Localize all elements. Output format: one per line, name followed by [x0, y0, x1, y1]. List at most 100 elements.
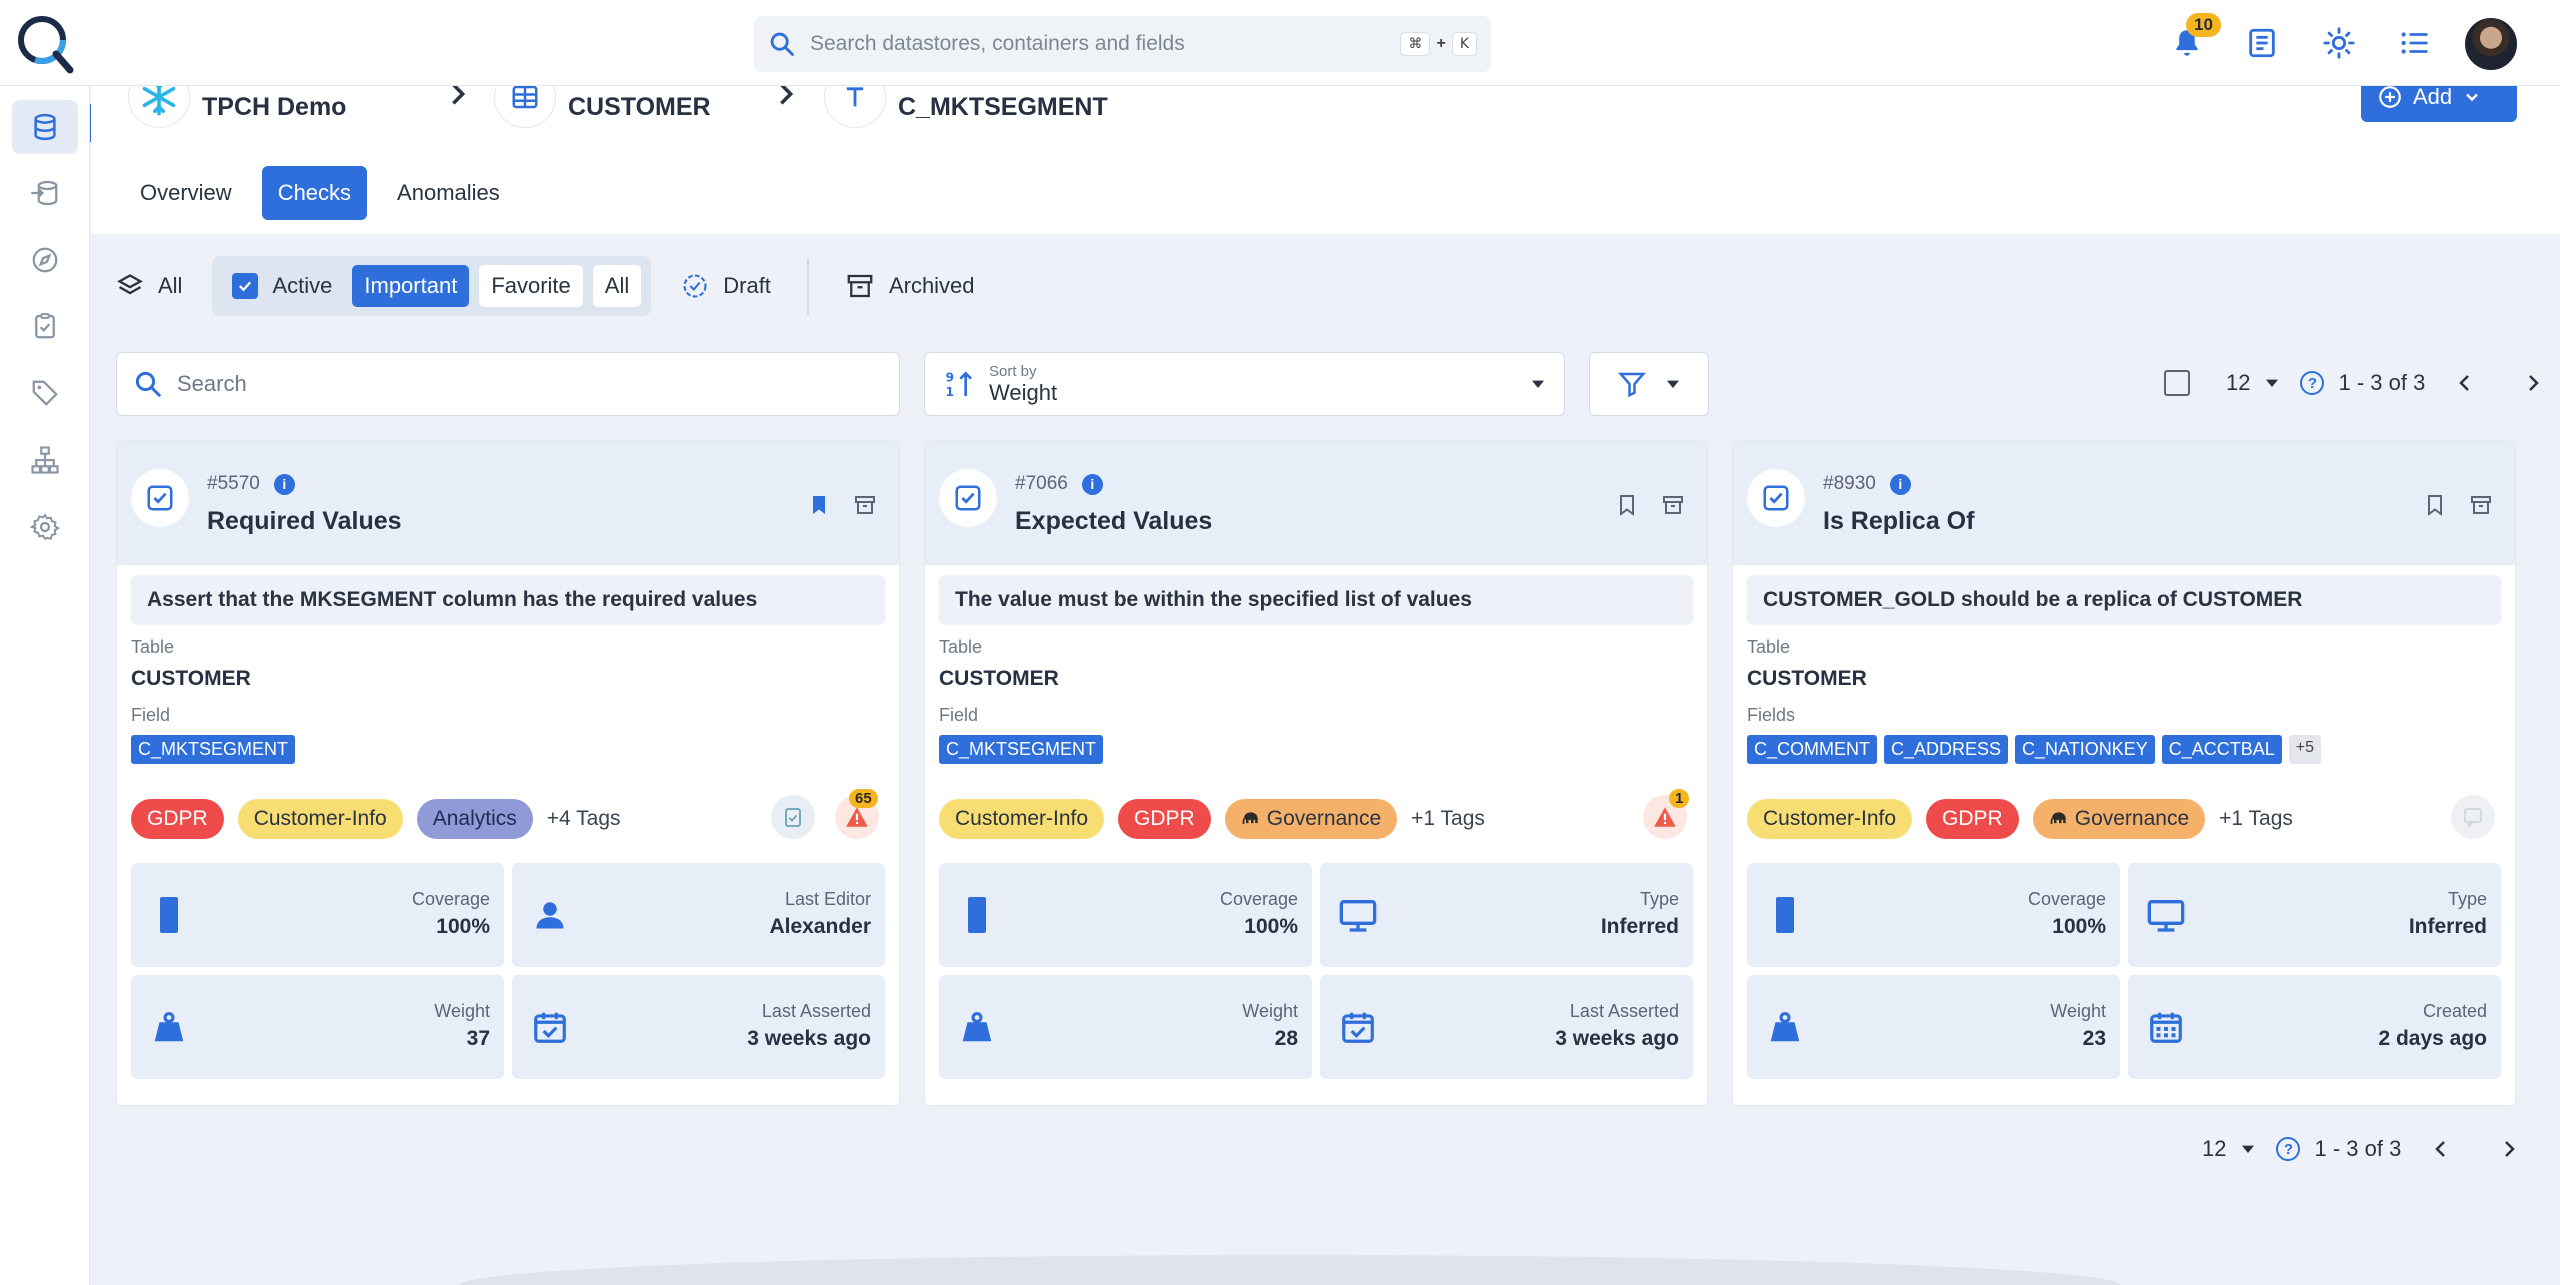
- sidebar-item-explore[interactable]: [12, 233, 78, 287]
- comment-icon[interactable]: [2451, 795, 2495, 839]
- archive-icon[interactable]: [1661, 493, 1685, 517]
- check-card-header: #7066 i Expected Values: [925, 441, 1707, 565]
- chevron-right-icon[interactable]: [2497, 1137, 2521, 1161]
- stat-created: Created 2 days ago: [2128, 975, 2501, 1079]
- check-card[interactable]: #7066 i Expected Values The value must be…: [924, 440, 1708, 1106]
- stat-weight: Weight 23: [1747, 975, 2120, 1079]
- chevron-down-icon: [2466, 93, 2479, 102]
- filter-archived[interactable]: Archived: [845, 271, 975, 301]
- bookmark-icon[interactable]: [1615, 493, 1639, 517]
- filter-all-label: All: [158, 273, 183, 298]
- filter-active-label: Active: [272, 273, 333, 298]
- search-shortcut: ⌘ + K: [1400, 32, 1477, 56]
- more-tags[interactable]: +1 Tags: [2219, 807, 2293, 831]
- caret-down-icon[interactable]: [2264, 375, 2280, 391]
- sort-numeric-icon: 91: [946, 370, 972, 399]
- field-tag[interactable]: C_MKTSEGMENT: [939, 735, 1104, 764]
- archive-icon[interactable]: [853, 493, 877, 517]
- check-id: #8930: [1823, 473, 1876, 494]
- check-card[interactable]: #8930 i Is Replica Of CUSTOMER_GOLD shoul…: [1732, 440, 2516, 1106]
- stat-type: Type Inferred: [1320, 863, 1693, 967]
- stat-last-editor: Last Editor Alexander: [512, 863, 885, 967]
- tag-gdpr[interactable]: GDPR: [131, 799, 224, 839]
- tab-overview[interactable]: Overview: [124, 166, 248, 220]
- anomaly-count-badge: 1: [1669, 789, 1690, 808]
- sidebar-item-tags[interactable]: [12, 366, 78, 420]
- check-id: #5570: [207, 473, 260, 494]
- filter-active[interactable]: Active: [222, 273, 342, 299]
- top-bar: Search datastores, containers and fields…: [0, 0, 2560, 86]
- check-card[interactable]: #5570 i Required Values Assert that the M…: [116, 440, 900, 1106]
- field-tag[interactable]: C_ADDRESS: [1884, 735, 2009, 764]
- filter-important[interactable]: Important: [352, 265, 470, 307]
- help-icon[interactable]: ?: [2300, 371, 2325, 395]
- tab-anomalies[interactable]: Anomalies: [381, 166, 516, 220]
- tag-gdpr[interactable]: GDPR: [1926, 799, 2019, 839]
- select-all-checkbox[interactable]: [2164, 370, 2190, 396]
- sidebar-item-checks[interactable]: [12, 299, 78, 353]
- filter-button[interactable]: [1589, 352, 1709, 416]
- tag-governance[interactable]: Governance: [2032, 799, 2206, 839]
- global-search[interactable]: Search datastores, containers and fields…: [754, 16, 1491, 72]
- field-tag[interactable]: C_MKTSEGMENT: [131, 735, 296, 764]
- help-icon[interactable]: ?: [2276, 1137, 2301, 1161]
- table-label: Table: [131, 637, 175, 657]
- filter-favorite[interactable]: Favorite: [479, 265, 583, 307]
- monitor-icon: [2144, 893, 2188, 937]
- info-icon[interactable]: i: [273, 473, 295, 495]
- field-tag[interactable]: C_ACCTBAL: [2161, 735, 2282, 764]
- stat-label: Weight: [2050, 1001, 2106, 1021]
- stat-label: Coverage: [411, 889, 490, 909]
- chevron-left-icon[interactable]: [2453, 371, 2477, 395]
- tag-icon: [32, 380, 58, 406]
- info-icon[interactable]: i: [1889, 473, 1911, 495]
- filter-draft[interactable]: Draft: [681, 272, 771, 300]
- more-tags[interactable]: +4 Tags: [547, 807, 621, 831]
- app-logo-icon[interactable]: [14, 12, 76, 74]
- filter-all[interactable]: All: [116, 272, 182, 300]
- archive-icon[interactable]: [2469, 493, 2493, 517]
- tag-customer-info[interactable]: Customer-Info: [939, 799, 1105, 839]
- person-icon: [528, 893, 572, 937]
- caret-down-icon[interactable]: [2240, 1141, 2256, 1157]
- filter-active-all[interactable]: All: [592, 265, 642, 307]
- docs-icon[interactable]: [2245, 26, 2279, 60]
- bookmark-filled-icon[interactable]: [807, 493, 831, 517]
- tag-analytics[interactable]: Analytics: [416, 799, 533, 839]
- field-tag[interactable]: C_COMMENT: [1747, 735, 1877, 764]
- table-label: Table: [939, 637, 983, 657]
- checks-search-input[interactable]: Search: [116, 352, 900, 416]
- tag-gdpr[interactable]: GDPR: [1118, 799, 1211, 839]
- calendar-check-icon: [528, 1005, 572, 1049]
- more-fields[interactable]: +5: [2288, 735, 2322, 764]
- field-tag[interactable]: C_NATIONKEY: [2015, 735, 2155, 764]
- sidebar-item-datastores[interactable]: [12, 100, 78, 154]
- sidebar-item-flows[interactable]: [12, 433, 78, 487]
- stat-value: 23: [2082, 1027, 2106, 1050]
- info-icon[interactable]: i: [1081, 473, 1103, 495]
- tab-checks[interactable]: Checks: [261, 166, 368, 220]
- clipboard-check-icon[interactable]: [771, 795, 815, 839]
- bookmark-icon[interactable]: [2423, 493, 2447, 517]
- more-tags[interactable]: +1 Tags: [1411, 807, 1485, 831]
- theme-sun-icon[interactable]: [2322, 26, 2356, 60]
- tag-governance[interactable]: Governance: [1224, 799, 1398, 839]
- chevron-left-icon[interactable]: [2429, 1137, 2453, 1161]
- tag-customer-info[interactable]: Customer-Info: [1747, 799, 1913, 839]
- check-card-header: #5570 i Required Values: [117, 441, 899, 565]
- per-page-select[interactable]: 12: [2226, 370, 2250, 396]
- pagination-range: 1 - 3 of 3: [2338, 370, 2426, 395]
- user-avatar[interactable]: [2463, 16, 2519, 72]
- chevron-right-icon[interactable]: [2521, 371, 2545, 395]
- tag-customer-info[interactable]: Customer-Info: [237, 799, 403, 839]
- list-menu-icon[interactable]: [2398, 26, 2432, 60]
- funnel-icon: [1617, 372, 1647, 398]
- bottom-shadow: [460, 1255, 2120, 1285]
- stat-coverage: Coverage 100%: [939, 863, 1312, 967]
- caret-down-icon: [1667, 380, 1679, 388]
- sidebar-item-settings[interactable]: [12, 500, 78, 554]
- sort-select[interactable]: 91 Sort by Weight: [924, 352, 1565, 416]
- add-button-label: Add: [2413, 84, 2453, 109]
- sidebar-item-enrichment[interactable]: [12, 166, 78, 220]
- per-page-select[interactable]: 12: [2202, 1136, 2226, 1162]
